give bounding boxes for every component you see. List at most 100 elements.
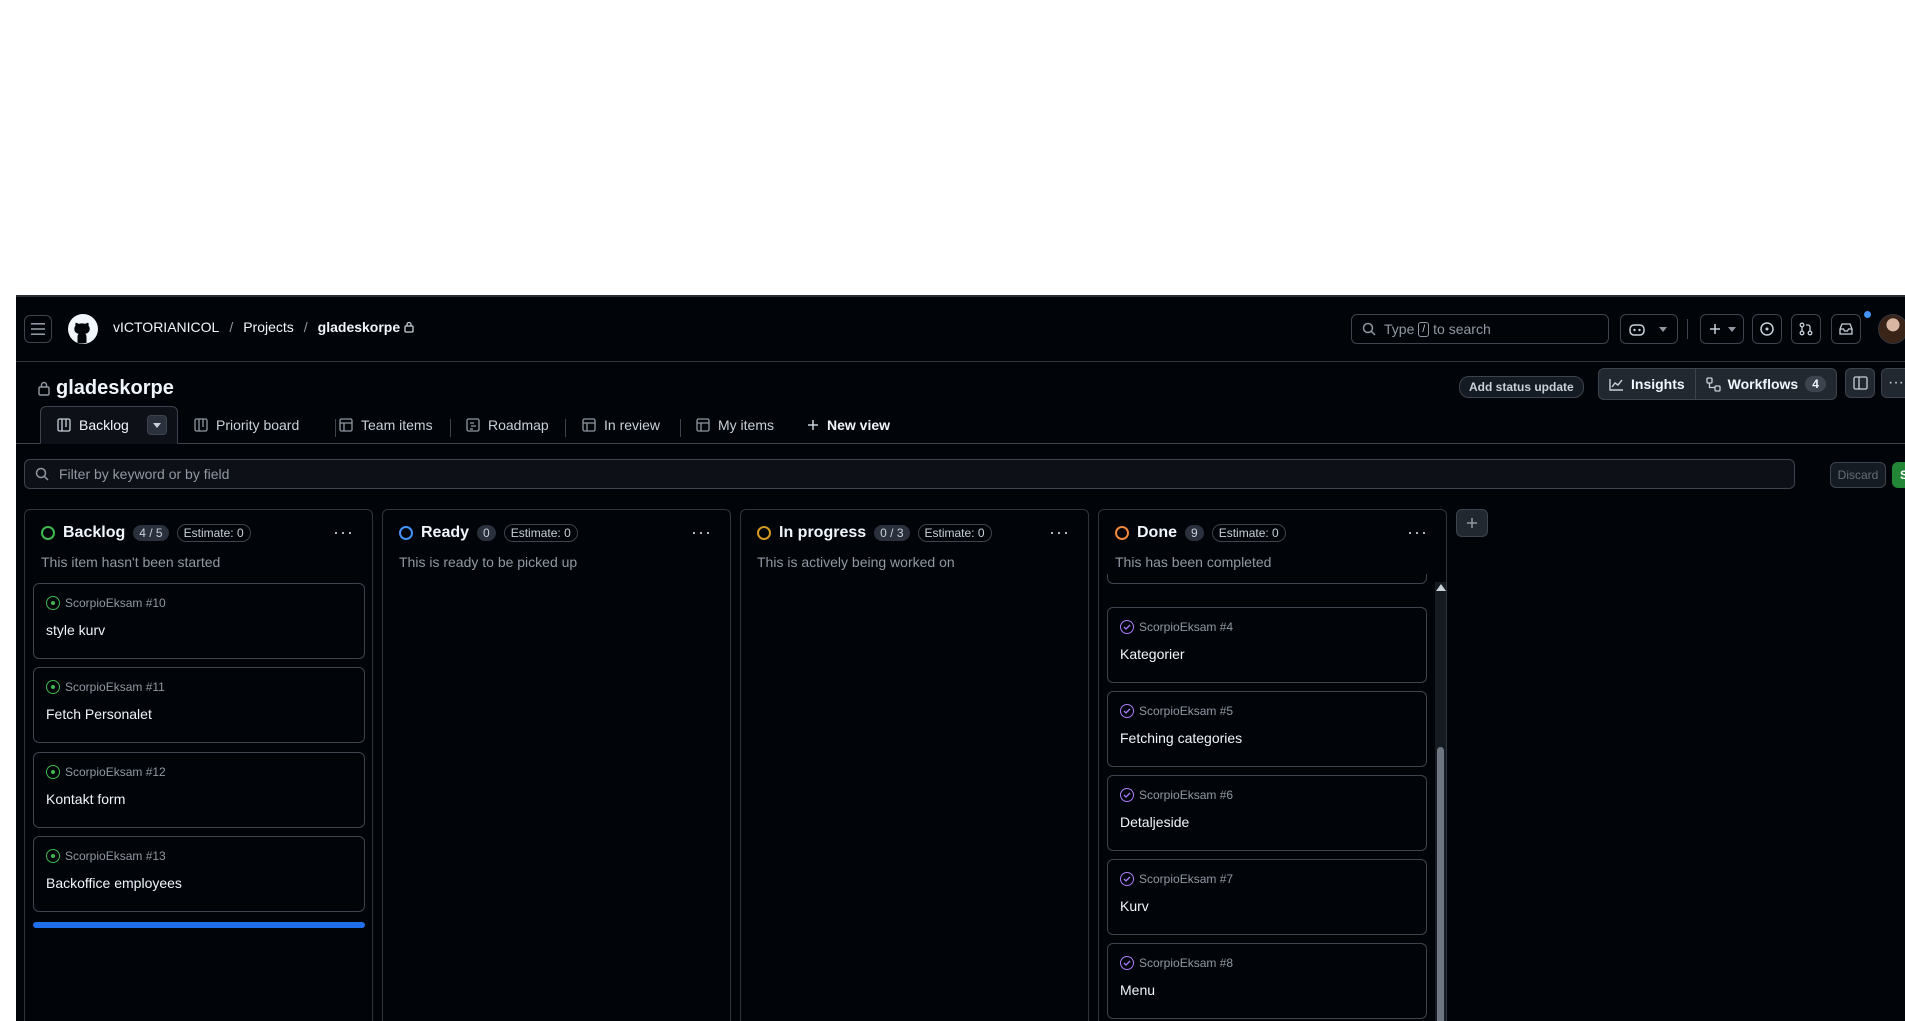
board-card[interactable]: ScorpioEksam #13 Backoffice employees: [33, 836, 365, 912]
copilot-button[interactable]: [1620, 314, 1678, 344]
card-title[interactable]: Backoffice employees: [46, 875, 182, 891]
column-done: Done 9 Estimate: 0 ··· This has been com…: [1098, 509, 1447, 1021]
board-card[interactable]: ScorpioEksam #6 Detaljeside: [1107, 775, 1427, 851]
card-title[interactable]: Kurv: [1120, 898, 1149, 914]
column-menu-button[interactable]: ···: [691, 522, 712, 543]
create-new-button[interactable]: [1700, 314, 1744, 344]
issues-button[interactable]: [1752, 314, 1782, 344]
add-column-button[interactable]: [1456, 509, 1488, 537]
issue-closed-icon: [1120, 704, 1134, 718]
card-reference: ScorpioEksam #10: [65, 596, 166, 610]
view-tabs: Backlog Priority board Team items Roadma…: [16, 403, 1905, 444]
column-menu-button[interactable]: ···: [1407, 522, 1428, 543]
board-card[interactable]: ScorpioEksam #4 Kategorier: [1107, 607, 1427, 683]
search-icon: [1362, 322, 1376, 336]
pull-requests-button[interactable]: [1791, 314, 1821, 344]
project-more-button[interactable]: ···: [1881, 368, 1905, 398]
issue-closed-icon: [1120, 620, 1134, 634]
notification-dot: [1864, 311, 1871, 318]
column-menu-button[interactable]: ···: [333, 522, 354, 543]
column-title: Done: [1137, 524, 1177, 541]
triangle-down-icon: [152, 422, 161, 428]
column-header: In progress 0 / 3 Estimate: 0: [757, 524, 992, 542]
card-title[interactable]: Kategorier: [1120, 646, 1185, 662]
tab-label: Roadmap: [488, 417, 549, 433]
breadcrumb-separator: /: [229, 319, 234, 335]
card-title[interactable]: style kurv: [46, 622, 105, 638]
board-card[interactable]: ScorpioEksam #12 Kontakt form: [33, 752, 365, 828]
tab-roadmap[interactable]: Roadmap: [466, 407, 549, 443]
tab-label: New view: [827, 417, 891, 433]
tab-options-button[interactable]: [146, 415, 167, 435]
tab-team-items[interactable]: Team items: [339, 407, 433, 443]
board-card[interactable]: ScorpioEksam #5 Fetching categories: [1107, 691, 1427, 767]
issue-opened-icon: [1760, 322, 1774, 336]
card-title[interactable]: Fetching categories: [1120, 730, 1242, 746]
project-title[interactable]: gladeskorpe: [56, 377, 174, 400]
search-input[interactable]: Type / to search: [1351, 314, 1609, 344]
avatar[interactable]: [1878, 314, 1905, 344]
tab-divider: [680, 419, 681, 437]
board-card[interactable]: ScorpioEksam #10 style kurv: [33, 583, 365, 659]
card-reference: ScorpioEksam #6: [1139, 788, 1234, 802]
breadcrumb-owner[interactable]: vICTORIANICOL: [113, 319, 219, 335]
column-count: 9: [1185, 525, 1204, 541]
save-button[interactable]: Save: [1892, 462, 1905, 488]
column-scrollbar[interactable]: [1435, 582, 1446, 1021]
workflows-button[interactable]: Workflows 4: [1694, 369, 1836, 399]
breadcrumb-project[interactable]: gladeskorpe: [318, 319, 400, 335]
breadcrumb-projects[interactable]: Projects: [243, 319, 294, 335]
tab-priority-board[interactable]: Priority board: [194, 407, 299, 443]
column-menu-button[interactable]: ···: [1049, 522, 1070, 543]
scrollbar-thumb[interactable]: [1437, 747, 1444, 1021]
tab-my-items[interactable]: My items: [696, 407, 774, 443]
inbox-button[interactable]: [1831, 314, 1861, 344]
issue-closed-icon: [1120, 788, 1134, 802]
card-title[interactable]: Kontakt form: [46, 791, 125, 807]
discard-button[interactable]: Discard: [1830, 462, 1886, 488]
workflows-count: 4: [1805, 376, 1826, 392]
tab-backlog[interactable]: Backlog: [40, 406, 178, 444]
status-circle-icon: [757, 526, 771, 540]
filter-input[interactable]: Filter by keyword or by field: [24, 459, 1795, 489]
filter-placeholder: Filter by keyword or by field: [59, 466, 230, 482]
menu-button[interactable]: [24, 315, 52, 343]
insights-button[interactable]: Insights: [1599, 369, 1695, 399]
column-description: This is actively being worked on: [757, 554, 955, 570]
kebab-horizontal-icon: ···: [1888, 374, 1904, 391]
card-meta: ScorpioEksam #13: [46, 849, 166, 863]
inbox-icon: [1839, 323, 1853, 335]
tab-divider: [335, 419, 336, 437]
toggle-side-panel-button[interactable]: [1845, 368, 1875, 398]
card-meta: ScorpioEksam #12: [46, 765, 166, 779]
column-estimate: Estimate: 0: [917, 524, 992, 542]
add-status-update-button[interactable]: Add status update: [1459, 376, 1584, 398]
board-card[interactable]: ScorpioEksam #7 Kurv: [1107, 859, 1427, 935]
column-header: Backlog 4 / 5 Estimate: 0: [41, 524, 251, 542]
board-card[interactable]: ScorpioEksam #11 Fetch Personalet: [33, 667, 365, 743]
card-meta: ScorpioEksam #10: [46, 596, 166, 610]
card-meta: ScorpioEksam #4: [1120, 620, 1233, 634]
tab-divider: [565, 419, 566, 437]
column-estimate: Estimate: 0: [1211, 524, 1286, 542]
board-icon: [194, 418, 208, 432]
github-logo-icon[interactable]: [68, 314, 98, 344]
column-description: This item hasn't been started: [41, 554, 221, 570]
new-view-button[interactable]: New view: [807, 407, 890, 443]
card-meta: ScorpioEksam #5: [1120, 704, 1233, 718]
tab-in-review[interactable]: In review: [582, 407, 660, 443]
column-count: 0 / 3: [874, 525, 910, 541]
card-meta: ScorpioEksam #7: [1120, 872, 1233, 886]
breadcrumb: vICTORIANICOL / Projects / gladeskorpe: [113, 319, 414, 335]
card-title[interactable]: Fetch Personalet: [46, 706, 152, 722]
column-title: Ready: [421, 524, 470, 541]
search-prefix: Type: [1384, 321, 1415, 337]
status-circle-icon: [1115, 526, 1129, 540]
card-title[interactable]: Menu: [1120, 982, 1155, 998]
plus-icon: [1709, 324, 1720, 334]
tab-label: Backlog: [79, 417, 129, 433]
card-reference: ScorpioEksam #7: [1139, 872, 1234, 886]
card-title[interactable]: Detaljeside: [1120, 814, 1189, 830]
scroll-up-arrow-icon[interactable]: [1436, 584, 1446, 591]
board-card[interactable]: ScorpioEksam #8 Menu: [1107, 943, 1427, 1019]
